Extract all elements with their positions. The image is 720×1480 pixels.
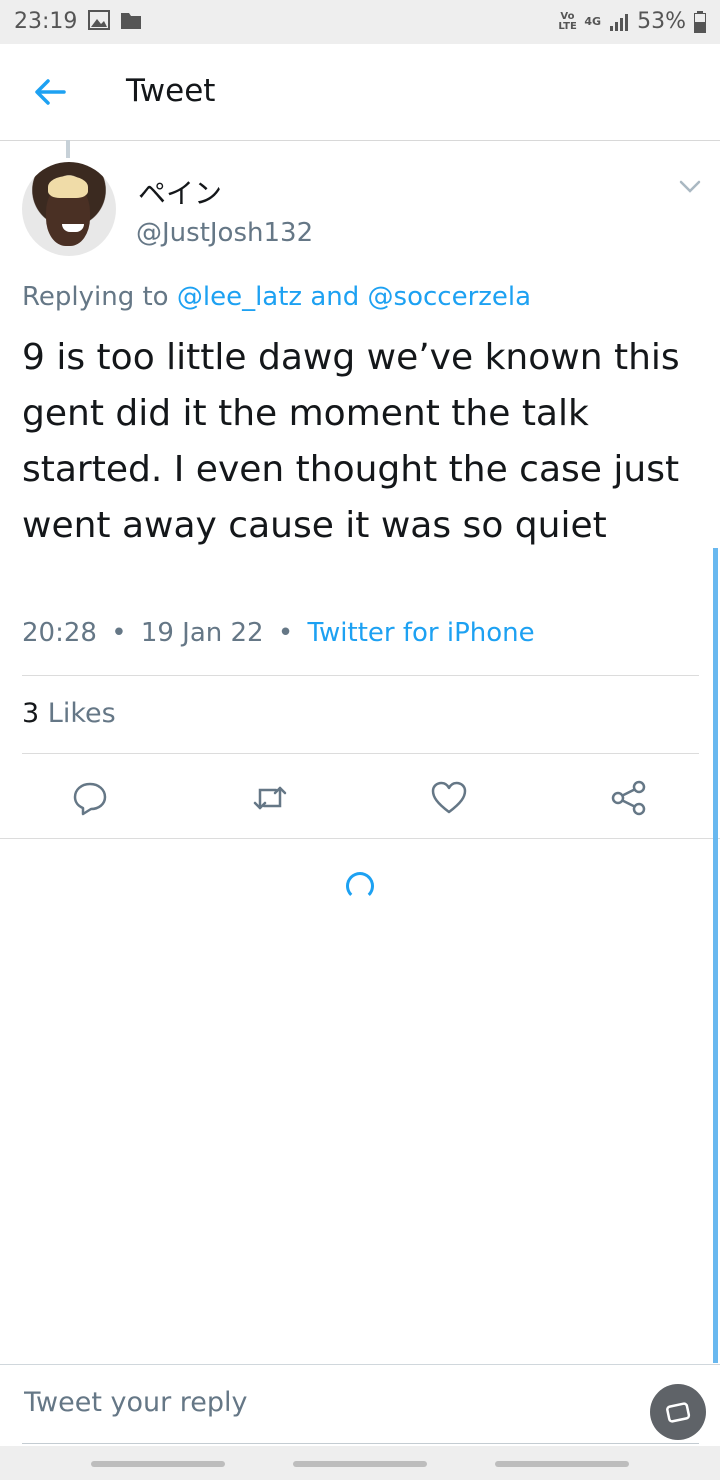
page-title: Tweet — [126, 73, 216, 109]
tweet-actions — [0, 768, 720, 828]
thread-connector — [66, 140, 70, 158]
replying-prefix: Replying to — [22, 282, 169, 312]
like-heart-icon[interactable] — [429, 778, 469, 818]
nav-button-home[interactable] — [293, 1461, 427, 1467]
volte-label: Vo LTE — [558, 10, 577, 32]
chevron-down-icon[interactable] — [678, 178, 702, 196]
battery-icon — [694, 10, 706, 33]
likes-count[interactable]: 3 Likes — [22, 698, 116, 729]
retweet-icon[interactable] — [250, 778, 290, 818]
replying-to-line: Replying to @lee_latz and @soccerzela — [22, 282, 531, 312]
mention-and: and — [310, 282, 360, 312]
battery-percent: 53% — [637, 9, 686, 34]
nav-button-back[interactable] — [91, 1461, 225, 1467]
user-handle[interactable]: @JustJosh132 — [136, 218, 313, 248]
meta-separator: • — [277, 618, 294, 648]
nav-button-recents[interactable] — [495, 1461, 629, 1467]
status-bar: 23:19 Vo LTE 4G 53% — [0, 0, 720, 44]
avatar[interactable] — [22, 162, 116, 256]
app-bar: Tweet — [0, 44, 720, 141]
tweet-date: 19 Jan 22 — [140, 618, 264, 648]
media-button[interactable] — [650, 1384, 706, 1440]
mention-link[interactable]: @lee_latz — [177, 282, 302, 312]
avatar-hair — [48, 176, 88, 198]
divider — [22, 753, 699, 754]
meta-separator: • — [111, 618, 127, 648]
system-nav-bar — [0, 1446, 720, 1480]
tweet-time: 20:28 — [22, 618, 97, 648]
gallery-icon — [666, 1402, 691, 1423]
likes-number: 3 — [22, 698, 40, 729]
mention-link[interactable]: @soccerzela — [368, 282, 532, 312]
reply-input[interactable] — [22, 1386, 626, 1419]
reply-underline — [22, 1443, 699, 1444]
image-icon — [88, 10, 110, 30]
display-name[interactable]: ペイン — [138, 172, 222, 212]
tweet-meta: 20:28 • 19 Jan 22 • Twitter for iPhone — [22, 618, 535, 648]
likes-label: Likes — [47, 698, 116, 729]
back-arrow-icon[interactable] — [30, 72, 70, 112]
folder-icon — [121, 13, 141, 29]
reply-icon[interactable] — [70, 778, 110, 818]
divider — [22, 675, 699, 676]
tweet-text: 9 is too little dawg we’ve known this ge… — [22, 337, 680, 546]
tweet-source[interactable]: Twitter for iPhone — [307, 618, 534, 648]
signal-icon — [610, 13, 629, 31]
divider — [0, 838, 720, 839]
network-type-label: 4G — [584, 15, 602, 28]
scrollbar[interactable] — [713, 548, 718, 1363]
status-right: Vo LTE 4G 53% — [558, 9, 706, 34]
loading-spinner — [346, 872, 374, 900]
share-icon[interactable] — [609, 778, 649, 818]
status-time: 23:19 — [14, 9, 78, 34]
